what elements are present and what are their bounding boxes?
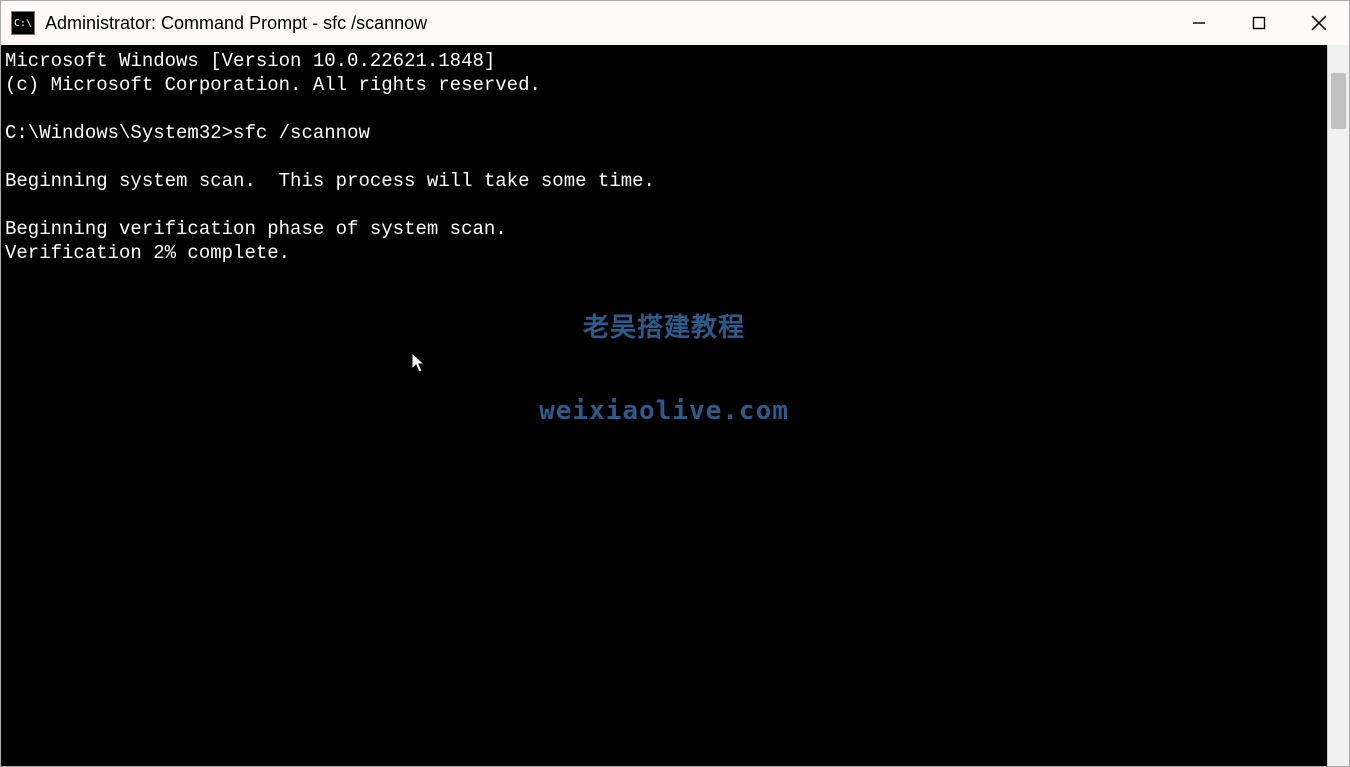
titlebar[interactable]: C:\ Administrator: Command Prompt - sfc … [1,1,1349,45]
cmd-app-icon: C:\ [11,11,35,35]
close-icon [1311,15,1327,31]
terminal-area: Microsoft Windows [Version 10.0.22621.18… [1,45,1349,766]
line-version: Microsoft Windows [Version 10.0.22621.18… [5,50,495,72]
watermark-line2: weixiaolive.com [539,399,789,423]
close-button[interactable] [1289,1,1349,45]
line-verify-pct: Verification 2% complete. [5,242,290,264]
line-begin-scan: Beginning system scan. This process will… [5,170,655,192]
watermark: 老吴搭建教程 weixiaolive.com [539,267,789,471]
mouse-cursor-icon [411,352,425,374]
command-prompt-window: C:\ Administrator: Command Prompt - sfc … [0,0,1350,767]
entered-command: sfc /scannow [233,122,370,144]
window-title: Administrator: Command Prompt - sfc /sca… [45,13,427,34]
line-verify-phase: Beginning verification phase of system s… [5,218,507,240]
watermark-line1: 老吴搭建教程 [539,315,789,339]
maximize-icon [1252,16,1266,30]
minimize-button[interactable] [1169,1,1229,45]
terminal-output[interactable]: Microsoft Windows [Version 10.0.22621.18… [1,45,1327,766]
cmd-app-icon-label: C:\ [14,18,32,29]
scrollbar-thumb[interactable] [1331,73,1346,129]
minimize-icon [1192,16,1206,30]
vertical-scrollbar[interactable] [1327,45,1349,766]
prompt-path: C:\Windows\System32> [5,122,233,144]
maximize-button[interactable] [1229,1,1289,45]
line-copyright: (c) Microsoft Corporation. All rights re… [5,74,541,96]
